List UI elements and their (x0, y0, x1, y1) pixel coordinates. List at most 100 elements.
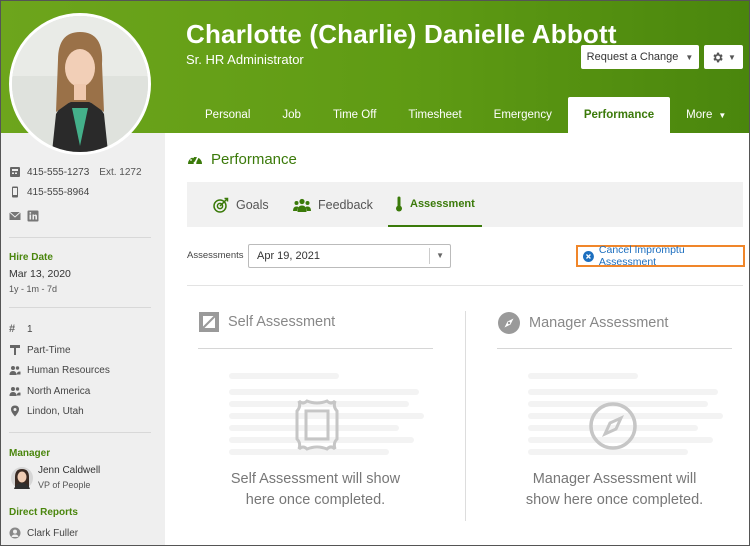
hire-date-label: Hire Date (9, 252, 53, 263)
subtab-feedback[interactable]: Feedback (293, 182, 373, 227)
manager-assessment-empty-message: Manager Assessment will show here once c… (497, 469, 732, 511)
sidebar-divider (9, 237, 151, 238)
tab-personal[interactable]: Personal (189, 97, 266, 133)
avatar[interactable] (9, 13, 151, 155)
employment-status-row: Part-Time (9, 344, 71, 356)
tab-timesheet[interactable]: Timesheet (392, 97, 477, 133)
tab-emergency[interactable]: Emergency (478, 97, 568, 133)
tab-job[interactable]: Job (266, 97, 317, 133)
assessments-label: Assessments (187, 250, 244, 261)
request-change-button[interactable]: Request a Change ▼ (581, 45, 699, 69)
subtab-goals-label: Goals (236, 197, 269, 212)
performance-subnav: Goals Feedback Assessment (187, 182, 743, 227)
thermometer-icon (396, 196, 402, 211)
employee-number-row: # 1 (9, 323, 33, 335)
assessment-date-value: Apr 19, 2021 (257, 250, 320, 262)
hash-icon: # (9, 323, 16, 335)
contact-links (9, 210, 39, 222)
hire-date: Mar 13, 2020 (9, 268, 71, 280)
tab-time-off[interactable]: Time Off (317, 97, 392, 133)
manager-assessment-title-underline (497, 348, 732, 349)
request-change-label: Request a Change (586, 51, 679, 63)
cancel-impromptu-assessment-label: Cancel Impromptu Assessment (598, 244, 685, 268)
manager-assessment-heading: Manager Assessment (497, 311, 668, 335)
content-divider (187, 285, 743, 286)
manager-assessment-message-line2: show here once completed. (525, 492, 704, 508)
self-assessment-message-line1: Self Assessment will show (230, 471, 401, 487)
map-pin-icon (11, 405, 19, 417)
employee-number: 1 (27, 323, 33, 335)
tenure: 1y - 1m - 7d (9, 284, 58, 294)
manager-avatar (11, 467, 33, 489)
chevron-down-icon: ▼ (436, 251, 444, 260)
email-icon[interactable] (9, 210, 21, 222)
user-circle-icon (9, 527, 21, 539)
compass-icon (498, 312, 520, 334)
manager-title: VP of People (38, 480, 91, 490)
subtab-assessment[interactable]: Assessment (388, 182, 482, 227)
work-phone-row: 415-555-1273 Ext. 1272 (9, 166, 142, 178)
division-row: North America (9, 385, 90, 397)
manager-label: Manager (9, 448, 51, 459)
self-assessment-empty-message: Self Assessment will show here once comp… (198, 469, 433, 511)
office-phone-icon (10, 167, 20, 177)
column-divider (465, 311, 466, 521)
compass-icon (589, 402, 637, 450)
people-group-icon (293, 198, 311, 212)
location-row: Lindon, Utah (9, 405, 84, 417)
manager-card[interactable]: Jenn Caldwell VP of People (9, 463, 159, 493)
tab-performance[interactable]: Performance (567, 97, 671, 133)
work-phone-ext: Ext. 1272 (99, 166, 142, 178)
sidebar-divider (9, 432, 151, 433)
select-separator (429, 248, 430, 264)
close-circle-icon (583, 250, 594, 262)
manager-assessment-title: Manager Assessment (529, 315, 669, 331)
picture-frame-icon (295, 399, 339, 451)
target-icon (213, 197, 229, 213)
department: Human Resources (27, 364, 110, 376)
subtab-feedback-label: Feedback (318, 197, 373, 212)
gear-icon (713, 52, 723, 62)
chevron-down-icon: ▼ (718, 111, 727, 120)
chevron-down-icon: ▼ (685, 52, 694, 62)
work-phone: 415-555-1273 (27, 166, 90, 178)
mobile-phone: 415-555-8964 (27, 186, 90, 198)
employee-name: Charlotte (Charlie) Danielle Abbott (186, 19, 617, 49)
settings-menu-button[interactable]: ▼ (704, 45, 743, 69)
speedometer-icon (188, 155, 202, 164)
employee-job-title: Sr. HR Administrator (186, 52, 304, 67)
direct-reports-label: Direct Reports (9, 507, 78, 518)
people-icon (9, 366, 21, 375)
picture-frame-icon (199, 312, 219, 332)
division: North America (27, 385, 91, 397)
sidebar-divider (9, 307, 151, 308)
chevron-down-icon: ▼ (728, 52, 736, 62)
page-title: Performance (211, 151, 297, 168)
mobile-phone-row: 415-555-8964 (9, 186, 89, 198)
subtab-goals[interactable]: Goals (213, 182, 269, 227)
self-assessment-title: Self Assessment (228, 314, 336, 330)
people-icon (9, 387, 21, 396)
self-assessment-title-underline (198, 348, 433, 349)
profile-photo (12, 16, 148, 152)
id-badge-icon (10, 345, 20, 355)
location: Lindon, Utah (27, 405, 84, 417)
assessment-date-select[interactable]: Apr 19, 2021 ▼ (248, 244, 451, 268)
cancel-impromptu-assessment-button[interactable]: Cancel Impromptu Assessment (576, 244, 745, 268)
tab-more[interactable]: More ▼ (670, 97, 742, 133)
subtab-assessment-label: Assessment (410, 197, 475, 210)
manager-name[interactable]: Jenn Caldwell (38, 465, 100, 476)
department-row: Human Resources (9, 364, 110, 376)
tab-more-label: More (686, 109, 713, 121)
profile-tabs: Personal Job Time Off Timesheet Emergenc… (189, 97, 742, 133)
employment-status: Part-Time (27, 344, 71, 356)
linkedin-icon[interactable] (27, 210, 39, 222)
manager-assessment-message-line1: Manager Assessment will (532, 471, 697, 487)
section-heading: Performance (187, 151, 297, 168)
app-window: Charlotte (Charlie) Danielle Abbott Sr. … (0, 0, 750, 546)
self-assessment-message-line2: here once completed. (245, 492, 386, 508)
direct-report-item[interactable]: Clark Fuller (9, 527, 78, 539)
direct-report-name: Clark Fuller (27, 527, 79, 539)
self-assessment-heading: Self Assessment (198, 311, 335, 333)
mobile-phone-icon (12, 186, 18, 198)
